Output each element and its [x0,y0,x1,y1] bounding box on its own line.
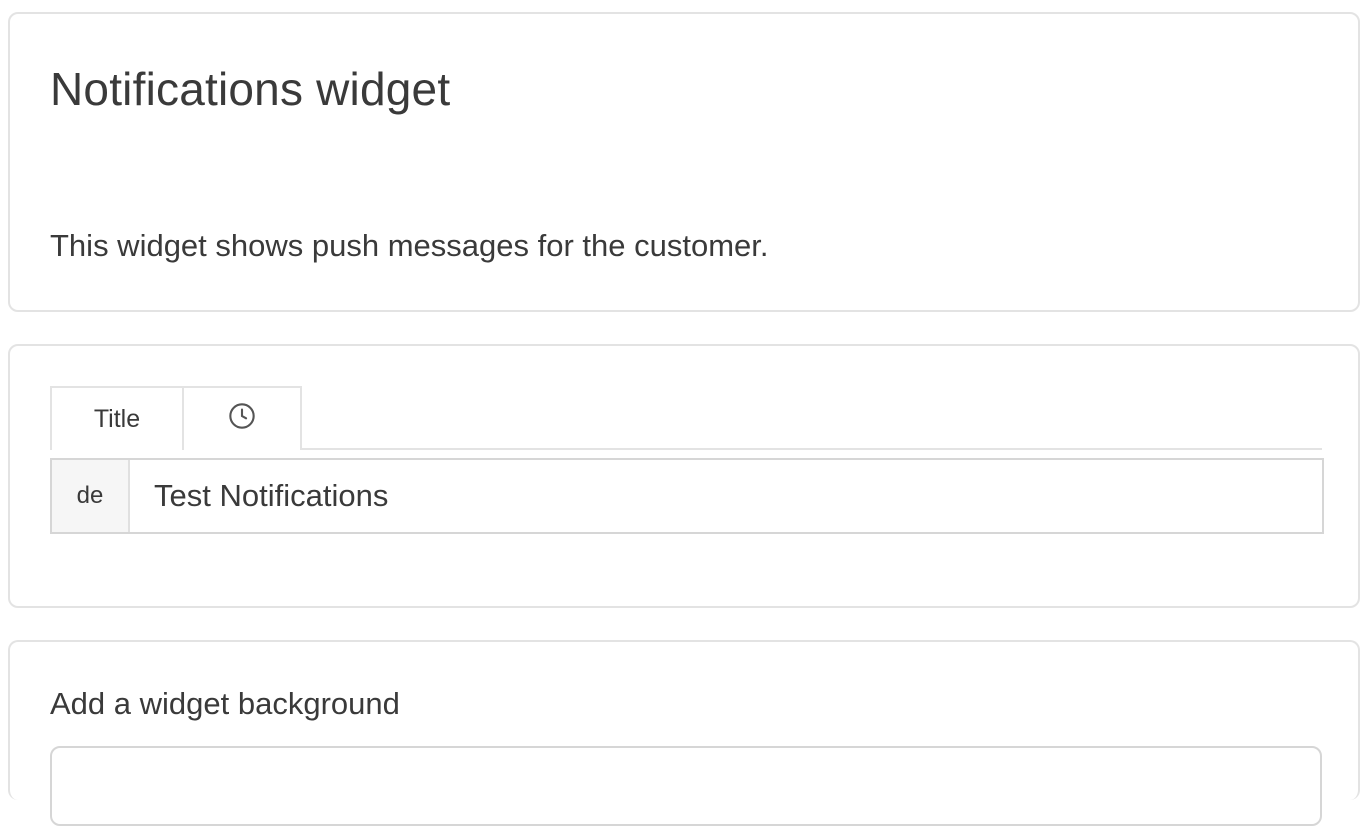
widget-description: This widget shows push messages for the … [50,228,769,263]
tab-title[interactable]: Title [50,386,184,450]
background-picker[interactable] [50,746,1322,826]
clock-icon [228,402,256,437]
background-label: Add a widget background [50,686,400,721]
title-settings-card: Title de [8,344,1360,608]
background-settings-card: Add a widget background [8,640,1360,826]
title-input[interactable] [130,460,1322,532]
widget-info-card: Notifications widget This widget shows p… [8,12,1360,312]
language-addon: de [52,460,130,532]
page-title: Notifications widget [50,63,451,115]
tab-title-label: Title [93,404,141,433]
title-input-group: de [50,458,1324,534]
tab-schedule[interactable] [182,386,302,450]
title-tabs: Title [50,386,1322,450]
